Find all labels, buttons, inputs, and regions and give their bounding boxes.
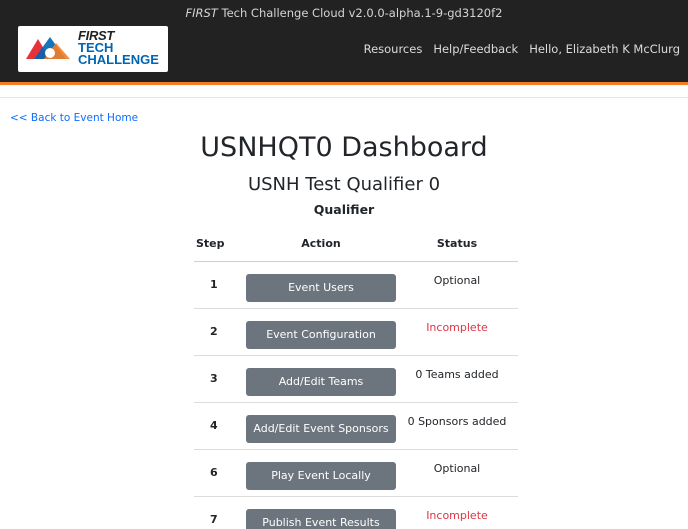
add-edit-sponsors-button[interactable]: Add/Edit Event Sponsors: [246, 414, 396, 443]
step-number: 6: [194, 449, 246, 497]
header-action: Action: [246, 226, 396, 262]
ftc-logo-icon: [26, 37, 70, 59]
header-accent-stripe: [0, 82, 688, 85]
header-divider: [0, 97, 688, 98]
event-type: Qualifier: [313, 202, 375, 217]
top-nav: Resources Help/Feedback Hello, Elizabeth…: [364, 42, 680, 56]
publish-event-results-button[interactable]: Publish Event Results: [246, 508, 396, 529]
logo-challenge: CHALLENGE: [78, 52, 159, 67]
add-edit-teams-button[interactable]: Add/Edit Teams: [246, 367, 396, 396]
nav-help-feedback[interactable]: Help/Feedback: [433, 42, 518, 56]
table-row: 1 Event Users Optional: [194, 261, 518, 309]
header-step: Step: [194, 226, 246, 262]
step-number: 1: [194, 261, 246, 309]
table-row: 4 Add/Edit Event Sponsors 0 Sponsors add…: [194, 402, 518, 450]
page-title: USNHQT0 Dashboard: [200, 132, 488, 163]
table-row: 7 Publish Event Results Incomplete: [194, 496, 518, 529]
top-navbar: FIRST Tech Challenge Cloud v2.0.0-alpha.…: [0, 0, 688, 82]
table-row: 6 Play Event Locally Optional: [194, 449, 518, 497]
event-name: USNH Test Qualifier 0: [247, 174, 441, 195]
table-row: 2 Event Configuration Incomplete: [194, 308, 518, 356]
version-text: Tech Challenge Cloud v2.0.0-alpha.1-9-gd…: [217, 6, 503, 20]
step-number: 2: [194, 308, 246, 356]
ftc-logo[interactable]: FIRST TECH CHALLENGE: [18, 26, 168, 72]
step-number: 3: [194, 355, 246, 403]
app-version: FIRST Tech Challenge Cloud v2.0.0-alpha.…: [0, 6, 688, 20]
step-status: Incomplete: [396, 308, 518, 356]
version-brand: FIRST: [185, 6, 218, 20]
step-status: 0 Sponsors added: [396, 402, 518, 450]
nav-resources[interactable]: Resources: [364, 42, 423, 56]
table-header-row: Step Action Status: [194, 226, 518, 262]
step-status: 0 Teams added: [396, 355, 518, 403]
step-status: Incomplete: [396, 496, 518, 529]
logo-text: FIRST TECH CHALLENGE: [78, 29, 159, 67]
event-users-button[interactable]: Event Users: [246, 273, 396, 302]
play-event-locally-button[interactable]: Play Event Locally: [246, 461, 396, 490]
step-status: Optional: [396, 261, 518, 309]
table-row: 3 Add/Edit Teams 0 Teams added: [194, 355, 518, 403]
dashboard-steps-table: Step Action Status 1 Event Users Optiona…: [194, 226, 518, 529]
nav-user-menu[interactable]: Hello, Elizabeth K McClurg: [529, 42, 680, 56]
step-status: Optional: [396, 449, 518, 497]
header-status: Status: [396, 226, 518, 262]
step-number: 7: [194, 496, 246, 529]
step-number: 4: [194, 402, 246, 450]
event-configuration-button[interactable]: Event Configuration: [246, 320, 396, 349]
back-to-event-home-link[interactable]: << Back to Event Home: [10, 112, 138, 124]
